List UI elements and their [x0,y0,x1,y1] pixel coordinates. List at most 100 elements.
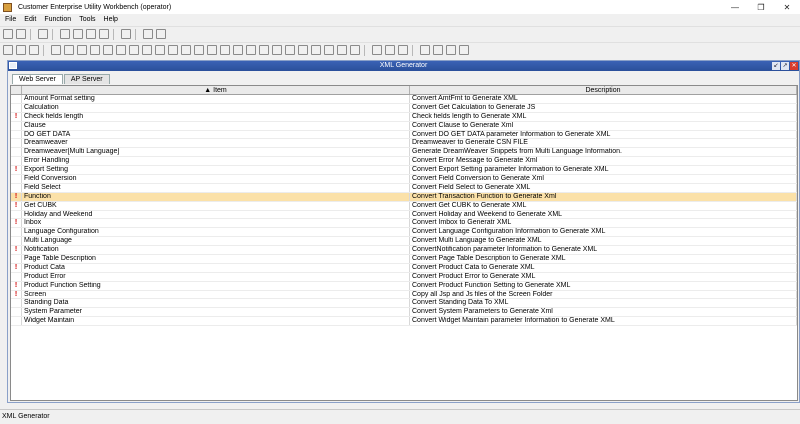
table-row[interactable]: Product Error Convert Product Error to Ge… [11,272,797,282]
table-row[interactable]: Field Select Convert Field Select to Gene… [11,183,797,193]
rows-icon[interactable] [446,45,456,55]
tools-icon[interactable] [350,45,360,55]
row-description: Convert System Parameters to Generate Xm… [410,308,797,317]
table-row[interactable]: Multi Language Convert Multi Language to … [11,237,797,247]
row-item: Clause [22,121,410,130]
frame-maximize-icon[interactable]: ↗ [781,62,789,70]
menu-function[interactable]: Function [44,16,71,23]
table-row[interactable]: Dreamweaver[Multi Language] Generate Drea… [11,148,797,158]
row-flag: ! [11,263,22,272]
grid-icon[interactable] [220,45,230,55]
table-row[interactable]: ! Export Setting Convert Export Setting pa… [11,166,797,176]
link-icon[interactable] [207,45,217,55]
image-icon[interactable] [168,45,178,55]
palette-icon[interactable] [324,45,334,55]
table-row[interactable]: Calculation Convert Get Calculation to Ge… [11,103,797,113]
component-icon[interactable] [90,45,100,55]
edit-icon[interactable] [60,29,70,39]
table-icon[interactable] [420,45,430,55]
document-icon[interactable] [3,45,13,55]
check-icon[interactable] [103,45,113,55]
xml-generator-frame: XML Generator ↙ ↗ ✕ Web Server AP Server… [7,60,800,403]
open-icon[interactable] [73,29,83,39]
sphere-icon[interactable] [311,45,321,55]
print-icon[interactable] [372,45,382,55]
table-row[interactable]: Holiday and Weekend Convert Holiday and W… [11,210,797,220]
column-header-description[interactable]: Description [410,86,797,94]
row-flag: ! [11,290,22,299]
table-row[interactable]: Standing Data Convert Standing Data To XM… [11,299,797,309]
puzzle-icon[interactable] [64,45,74,55]
table-row[interactable]: ! Product Function Setting Convert Product… [11,281,797,291]
module-icon[interactable] [51,45,61,55]
page-icon[interactable] [142,45,152,55]
table-row[interactable]: Widget Maintain Convert Widget Maintain p… [11,317,797,327]
menu-file[interactable]: File [5,16,16,23]
table-row[interactable]: DO GET DATA Convert DO GET DATA parameter… [11,130,797,140]
generator-table: ▲ Item Description Amount Format setting… [10,85,798,401]
table-row[interactable]: ! Check fields length Check fields length … [11,112,797,122]
table-row[interactable]: Page Table Description Convert Page Table… [11,255,797,264]
new-document-icon[interactable] [3,29,13,39]
lock-icon[interactable] [337,45,347,55]
shape-icon[interactable] [246,45,256,55]
minimize-icon[interactable]: — [722,0,748,14]
view-icon[interactable] [99,29,109,39]
gear-icon[interactable] [298,45,308,55]
trash-icon[interactable] [459,45,469,55]
frame-close-icon[interactable]: ✕ [790,62,798,70]
table-row[interactable]: ! Function Convert Transaction Function to… [11,192,797,202]
app-icon [3,2,12,12]
table-row[interactable]: System Parameter Convert System Parameter… [11,308,797,318]
search-icon[interactable] [156,29,166,39]
transfer-icon[interactable] [385,45,395,55]
layers-icon[interactable] [181,45,191,55]
folder-icon[interactable] [233,45,243,55]
text-icon[interactable] [398,45,408,55]
table-row[interactable]: Error Handling Convert Error Message to G… [11,157,797,167]
database-icon[interactable] [29,45,39,55]
server-tabs: Web Server AP Server [12,74,111,84]
menu-bar: File Edit Function Tools Help [0,14,800,25]
row-description: Dreamweaver to Generate CSN FILE [410,139,797,148]
hand-icon[interactable] [272,45,282,55]
column-header-item[interactable]: ▲ Item [22,86,410,94]
execute-icon[interactable] [121,29,131,39]
cube-icon[interactable] [77,45,87,55]
menu-tools[interactable]: Tools [79,16,95,23]
column-header-item-label: Item [213,87,227,94]
row-item: Field Conversion [22,175,410,183]
table-row[interactable]: Dreamweaver Dreamweaver to Generate CSN F… [11,139,797,149]
table-row[interactable]: Clause Convert Clause to Generate Xml [11,121,797,131]
table-row[interactable]: Language Configuration Convert Language C… [11,228,797,238]
box-icon[interactable] [116,45,126,55]
column-header-flag[interactable] [11,86,22,94]
settings-icon[interactable] [16,45,26,55]
flag-icon[interactable] [285,45,295,55]
table-row[interactable]: ! Notification ConvertNotification paramet… [11,246,797,256]
table-row[interactable]: Amount Format setting Convert AmtFmt to G… [11,95,797,104]
row-item: Multi Language [22,237,410,246]
tab-web-server[interactable]: Web Server [12,74,63,84]
close-icon[interactable]: ✕ [774,0,800,14]
row-flag: ! [11,246,22,255]
table-row[interactable]: ! Inbox Convert Imbox to Generatr XML [11,219,797,229]
menu-help[interactable]: Help [104,16,118,23]
maximize-icon[interactable]: ❐ [748,0,774,14]
table-row[interactable]: ! Screen Copy all Jsp and Js files of the … [11,290,797,300]
table-row[interactable]: ! Product Cata Convert Product Cata to Gen… [11,263,797,273]
columns-icon[interactable] [433,45,443,55]
list-icon[interactable] [38,29,48,39]
menu-edit[interactable]: Edit [24,16,36,23]
tag-icon[interactable] [155,45,165,55]
frame-minimize-icon[interactable]: ↙ [772,62,780,70]
report-icon[interactable] [129,45,139,55]
table-row[interactable]: ! Get CUBK Convert Get CUBK to Generate XM… [11,201,797,211]
chart-icon[interactable] [194,45,204,55]
record-icon[interactable] [86,29,96,39]
table-row[interactable]: Field Conversion Convert Field Conversion… [11,175,797,184]
stop-icon[interactable] [143,29,153,39]
tab-ap-server[interactable]: AP Server [63,74,110,84]
tree-icon[interactable] [259,45,269,55]
copy-document-icon[interactable] [16,29,26,39]
